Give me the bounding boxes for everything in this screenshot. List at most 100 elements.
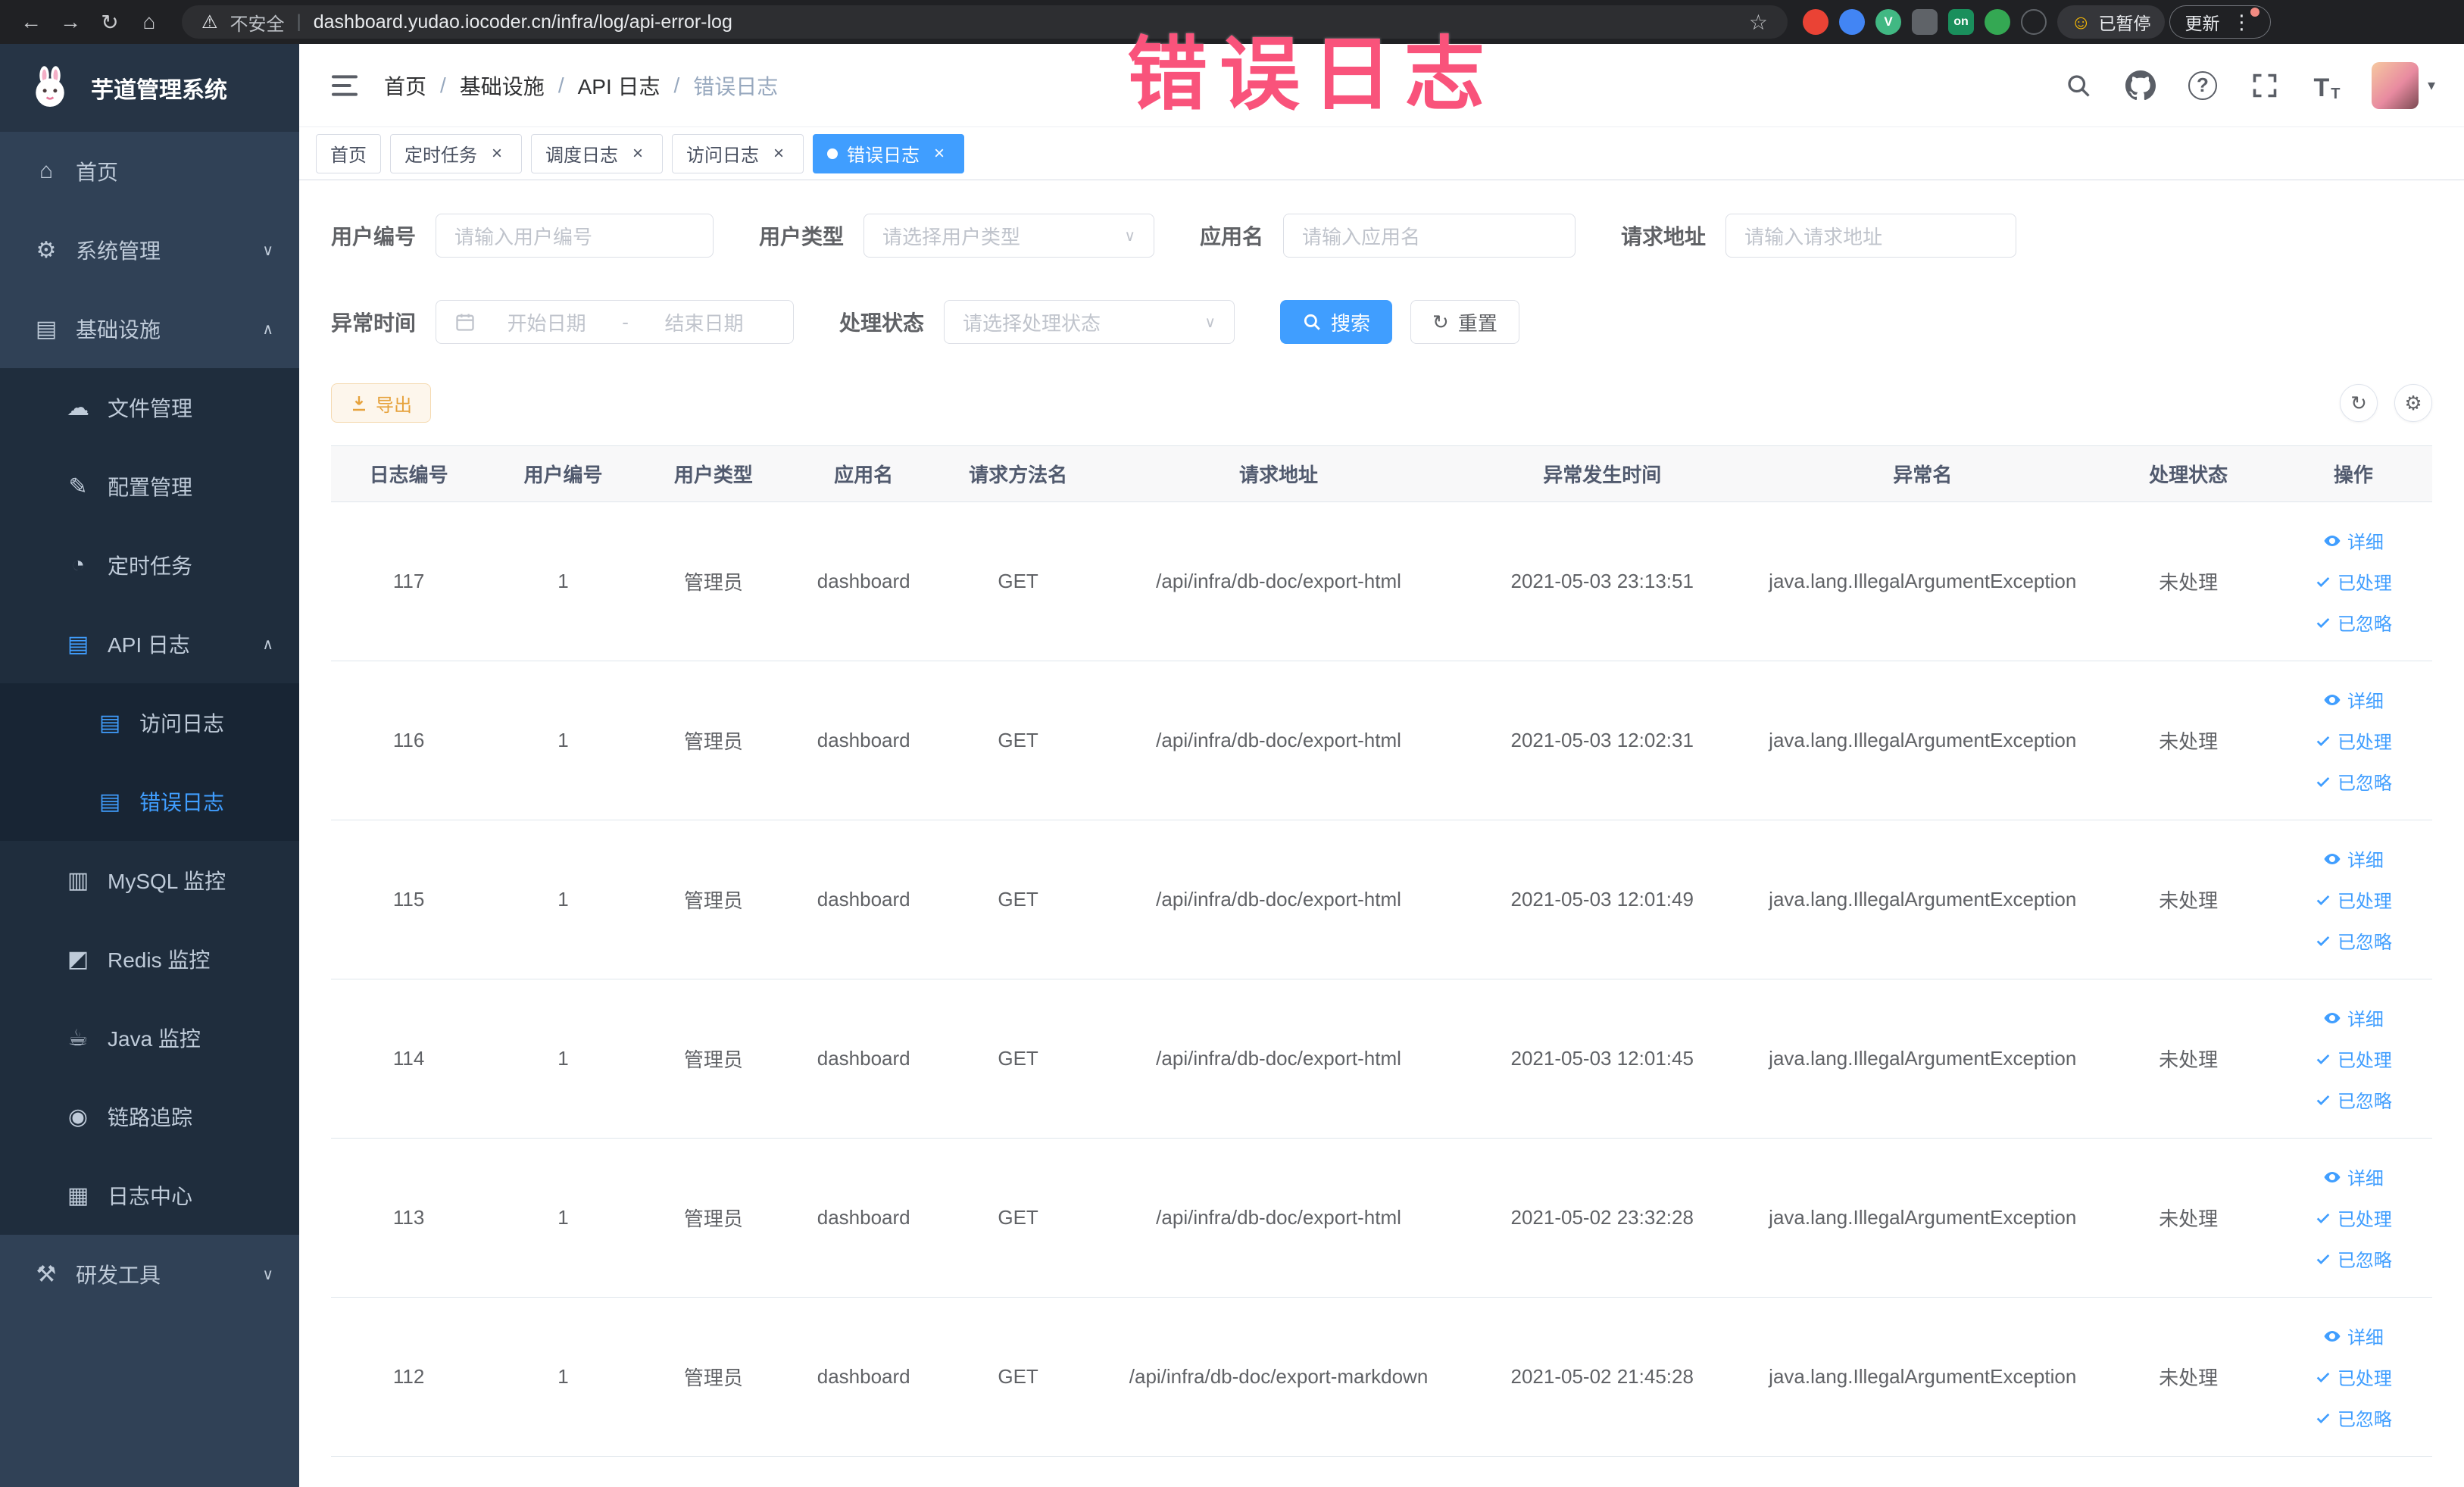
sidebar-item-system-management[interactable]: ⚙ 系统管理 ∨ — [0, 211, 299, 289]
sidebar-item-config-management[interactable]: ✎ 配置管理 — [0, 447, 299, 526]
logo[interactable]: 芋道管理系统 — [0, 44, 299, 132]
filter-user-type: 用户类型 请选择用户类型 ∨ — [759, 214, 1155, 258]
action-label: 已处理 — [2337, 892, 2392, 912]
sidebar-item-redis-monitor[interactable]: ◩ Redis 监控 — [0, 920, 299, 998]
cell-method: GET — [940, 979, 1096, 1139]
github-icon[interactable] — [2123, 68, 2158, 103]
sidebar-item-trace[interactable]: ◉ 链路追踪 — [0, 1077, 299, 1156]
refresh-button[interactable]: ↻ — [2340, 384, 2378, 422]
eye-icon — [2323, 691, 2341, 709]
processed-link[interactable]: 已处理 — [2278, 561, 2429, 602]
gear-icon: ⚙ — [36, 237, 57, 263]
app-title: 芋道管理系统 — [91, 78, 227, 103]
kebab-menu-icon[interactable]: ⋮ — [2229, 7, 2259, 34]
sidebar-item-error-log[interactable]: ▤ 错误日志 — [0, 762, 299, 841]
ignored-link[interactable]: 已忽略 — [2278, 920, 2429, 961]
processed-link[interactable]: 已处理 — [2278, 1357, 2429, 1398]
extension-icon[interactable] — [1985, 9, 2010, 35]
search-icon[interactable] — [2061, 68, 2096, 103]
address-bar[interactable]: ⚠ 不安全 | dashboard.yudao.iocoder.cn/infra… — [182, 5, 1788, 39]
tab-label: 首页 — [330, 145, 367, 166]
cell-exception: java.lang.IllegalArgumentException — [1743, 501, 2103, 661]
sidebar-item-access-log[interactable]: ▤ 访问日志 — [0, 683, 299, 762]
table-row: 117 1 管理员 dashboard GET/api/infra/db-doc/exp… — [331, 501, 2432, 661]
back-icon[interactable]: ← — [14, 5, 48, 39]
update-button[interactable]: 更新 ⋮ — [2169, 5, 2271, 39]
breadcrumb-item[interactable]: 首页 — [384, 70, 426, 101]
filter-label: 用户编号 — [331, 225, 417, 248]
detail-link[interactable]: 详细 — [2278, 520, 2429, 561]
extension-icon[interactable] — [1839, 9, 1865, 35]
profile-paused-badge[interactable]: ☺ 已暂停 — [2057, 5, 2165, 39]
ignored-link[interactable]: 已忽略 — [2278, 1079, 2429, 1120]
sidebar-item-log-center[interactable]: ▦ 日志中心 — [0, 1156, 299, 1235]
processed-link[interactable]: 已处理 — [2278, 1198, 2429, 1239]
fullscreen-icon[interactable] — [2247, 68, 2282, 103]
extension-badge[interactable]: on — [1948, 9, 1974, 35]
reload-icon[interactable]: ↻ — [92, 5, 127, 39]
sidebar-item-dev-tools[interactable]: ⚒ 研发工具 ∨ — [0, 1235, 299, 1314]
close-icon[interactable]: × — [627, 143, 648, 164]
processed-link[interactable]: 已处理 — [2278, 720, 2429, 761]
ignored-link[interactable]: 已忽略 — [2278, 1398, 2429, 1439]
vue-devtools-icon[interactable]: V — [1875, 9, 1901, 35]
sidebar-item-file-management[interactable]: ☁ 文件管理 — [0, 368, 299, 447]
cell-app: dashboard — [786, 1138, 941, 1298]
tab-label: 访问日志 — [686, 145, 759, 166]
ignored-link[interactable]: 已忽略 — [2278, 761, 2429, 802]
sidebar-item-java-monitor[interactable]: ☕ Java 监控 — [0, 998, 299, 1077]
breadcrumb-item[interactable]: 基础设施 — [460, 70, 545, 101]
cell-time: 2021-05-03 12:01:49 — [1461, 820, 1744, 979]
tab-home[interactable]: 首页 — [316, 133, 381, 173]
forward-icon[interactable]: → — [53, 5, 88, 39]
extension-icon[interactable] — [2021, 9, 2047, 35]
export-button[interactable]: 导出 — [331, 383, 431, 423]
bookmark-star-icon[interactable]: ☆ — [1749, 10, 1768, 35]
sidebar-item-mysql-monitor[interactable]: ▥ MySQL 监控 — [0, 841, 299, 920]
tab-label: 错误日志 — [847, 145, 920, 166]
process-status-select[interactable]: 请选择处理状态 ∨ — [944, 300, 1235, 344]
tab-schedule-log[interactable]: 调度日志 × — [531, 133, 663, 173]
user-menu[interactable]: ▾ — [2371, 61, 2435, 109]
extension-icon[interactable] — [1912, 9, 1938, 35]
sidebar-item-scheduled-jobs[interactable]: ◔ 定时任务 — [0, 526, 299, 604]
ignored-link[interactable]: 已忽略 — [2278, 602, 2429, 643]
close-icon[interactable]: × — [486, 143, 507, 164]
detail-link[interactable]: 详细 — [2278, 839, 2429, 879]
user-id-input[interactable]: 请输入用户编号 — [436, 214, 714, 258]
app-name-input[interactable]: 请输入应用名 — [1283, 214, 1576, 258]
help-icon[interactable]: ? — [2185, 68, 2220, 103]
column-settings-button[interactable]: ⚙ — [2394, 384, 2432, 422]
request-url-input[interactable]: 请输入请求地址 — [1725, 214, 2017, 258]
exception-time-range[interactable]: 开始日期 - 结束日期 — [436, 300, 795, 344]
close-icon[interactable]: × — [768, 143, 789, 164]
cell-user-id: 1 — [486, 1138, 640, 1298]
hamburger-icon[interactable] — [328, 69, 361, 102]
processed-link[interactable]: 已处理 — [2278, 879, 2429, 920]
breadcrumb-item[interactable]: API 日志 — [578, 70, 661, 101]
user-type-select[interactable]: 请选择用户类型 ∨ — [863, 214, 1155, 258]
tab-error-log[interactable]: 错误日志 × — [813, 133, 964, 173]
tab-scheduled-jobs[interactable]: 定时任务 × — [390, 133, 522, 173]
sidebar-item-home[interactable]: ⌂ 首页 — [0, 132, 299, 211]
action-label: 已忽略 — [2337, 1092, 2392, 1112]
detail-link[interactable]: 详细 — [2278, 1316, 2429, 1357]
search-button[interactable]: 搜索 — [1280, 300, 1393, 344]
infra-icon: ▤ — [35, 316, 58, 342]
sidebar-item-infrastructure[interactable]: ▤ 基础设施 ∧ — [0, 289, 299, 368]
sidebar-item-api-log[interactable]: ▤ API 日志 ∧ — [0, 604, 299, 683]
processed-link[interactable]: 已处理 — [2278, 1039, 2429, 1079]
home-icon[interactable]: ⌂ — [132, 5, 167, 39]
close-icon[interactable]: × — [929, 143, 950, 164]
reset-button[interactable]: ↻ 重置 — [1410, 300, 1519, 344]
action-label: 详细 — [2347, 851, 2384, 871]
ignored-link[interactable]: 已忽略 — [2278, 1239, 2429, 1279]
detail-link[interactable]: 详细 — [2278, 679, 2429, 720]
eye-icon — [2323, 850, 2341, 868]
tab-access-log[interactable]: 访问日志 × — [672, 133, 804, 173]
font-size-icon[interactable]: TT — [2309, 68, 2344, 103]
detail-link[interactable]: 详细 — [2278, 1157, 2429, 1198]
detail-link[interactable]: 详细 — [2278, 998, 2429, 1039]
extension-icon[interactable] — [1803, 9, 1828, 35]
cell-user-type: 管理员 — [639, 1297, 787, 1457]
